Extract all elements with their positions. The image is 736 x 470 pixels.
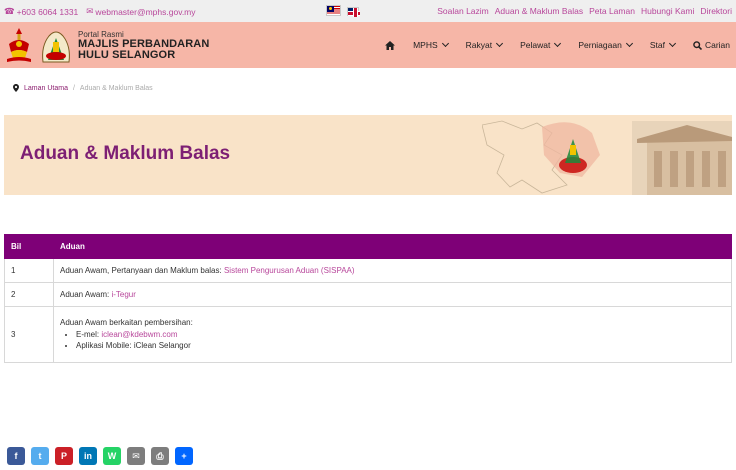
- link-feedback[interactable]: Aduan & Maklum Balas: [495, 6, 583, 16]
- share-more-button[interactable]: +: [175, 447, 193, 465]
- print-icon: ⎙: [156, 450, 164, 461]
- chevron-down-icon: [554, 39, 562, 48]
- table-row: 2 Aduan Awam: i-Tegur: [4, 282, 732, 307]
- row-content: Aduan Awam, Pertanyaan dan Maklum balas:…: [53, 258, 732, 283]
- link-sitemap[interactable]: Peta Laman: [589, 6, 635, 16]
- breadcrumb-home[interactable]: Laman Utama: [24, 85, 68, 92]
- app-name: iClean Selangor: [133, 341, 191, 350]
- row-number: 1: [4, 258, 54, 283]
- row-number: 2: [4, 282, 54, 307]
- complaints-table: Bil Aduan 1 Aduan Awam, Pertanyaan dan M…: [4, 234, 732, 363]
- nav-search[interactable]: Carian: [684, 40, 730, 50]
- page-title: Aduan & Maklum Balas: [20, 143, 231, 164]
- phone-link[interactable]: ☎ +603 6064 1331: [4, 6, 78, 17]
- share-whatsapp-button[interactable]: W: [103, 447, 121, 465]
- nav-perniagaan[interactable]: Perniagaan: [569, 39, 640, 50]
- mphs-logo[interactable]: [39, 26, 73, 64]
- nav-rakyat-label: Rakyat: [465, 40, 493, 50]
- banner-map-illustration: [482, 120, 732, 195]
- nav-mphs-label: MPHS: [413, 40, 438, 50]
- chevron-down-icon: [441, 39, 449, 48]
- share-icon: +: [181, 451, 187, 461]
- share-twitter-button[interactable]: t: [31, 447, 49, 465]
- app-label: Aplikasi Mobile:: [76, 341, 134, 350]
- nav-pelawat[interactable]: Pelawat: [511, 39, 569, 50]
- list-item: Aplikasi Mobile: iClean Selangor: [76, 340, 725, 351]
- iclean-email-link[interactable]: iclean@kdebwm.com: [101, 330, 177, 339]
- breadcrumb: Laman Utama / Aduan & Maklum Balas: [13, 84, 153, 92]
- nav-pelawat-label: Pelawat: [520, 40, 551, 50]
- nav-mphs[interactable]: MPHS: [404, 39, 457, 50]
- link-faq[interactable]: Soalan Lazim: [437, 6, 489, 16]
- page-banner: Aduan & Maklum Balas: [4, 115, 732, 195]
- linkedin-icon: in: [84, 451, 92, 461]
- top-bar: ☎ +603 6064 1331 ✉ webmaster@mphs.gov.my…: [0, 0, 736, 22]
- share-print-button[interactable]: ⎙: [151, 447, 169, 465]
- selangor-crest-logo[interactable]: [5, 26, 33, 64]
- row-text: Aduan Awam, Pertanyaan dan Maklum balas:: [60, 266, 224, 275]
- phone-icon: ☎: [4, 6, 15, 16]
- row-content: Aduan Awam: i-Tegur: [53, 282, 732, 307]
- cleaning-contact-list: E-mel: iclean@kdebwm.com Aplikasi Mobile…: [76, 329, 725, 351]
- pinterest-icon: P: [60, 451, 67, 461]
- email-icon: ✉: [132, 450, 140, 461]
- search-icon: [693, 40, 702, 50]
- row-number: 3: [4, 306, 54, 363]
- column-header-complaint: Aduan: [53, 234, 732, 259]
- site-header: Portal Rasmi MAJLIS PERBANDARAN HULU SEL…: [0, 22, 736, 68]
- breadcrumb-current: Aduan & Maklum Balas: [79, 84, 153, 92]
- table-header-row: Bil Aduan: [4, 234, 732, 259]
- table-row: 1 Aduan Awam, Pertanyaan dan Maklum bala…: [4, 258, 732, 283]
- whatsapp-icon: W: [107, 451, 117, 461]
- column-header-no: Bil: [4, 234, 54, 259]
- nav-rakyat[interactable]: Rakyat: [457, 39, 511, 50]
- utility-links: Soalan Lazim Aduan & Maklum Balas Peta L…: [437, 6, 732, 16]
- chevron-down-icon: [496, 39, 504, 48]
- row-content: Aduan Awam berkaitan pembersihan: E-mel:…: [53, 306, 732, 363]
- itegur-link[interactable]: i-Tegur: [111, 290, 135, 299]
- facebook-icon: f: [14, 451, 18, 461]
- email-label: E-mel:: [76, 330, 102, 339]
- nav-perniagaan-label: Perniagaan: [578, 40, 622, 50]
- share-facebook-button[interactable]: f: [7, 447, 25, 465]
- share-email-button[interactable]: ✉: [127, 447, 145, 465]
- sispaa-link[interactable]: Sistem Pengurusan Aduan (SISPAA): [224, 266, 355, 275]
- nav-staf[interactable]: Staf: [641, 39, 684, 50]
- row-text: Aduan Awam berkaitan pembersihan:: [60, 318, 193, 327]
- link-directory[interactable]: Direktori: [700, 6, 732, 16]
- twitter-icon: t: [38, 451, 42, 461]
- table-row: 3 Aduan Awam berkaitan pembersihan: E-me…: [4, 306, 732, 363]
- email-link[interactable]: ✉ webmaster@mphs.gov.my: [86, 6, 195, 17]
- main-nav: MPHS Rakyat Pelawat Perniagaan Staf Cari…: [376, 22, 730, 68]
- chevron-down-icon: [625, 39, 633, 48]
- email-address: webmaster@mphs.gov.my: [95, 6, 196, 17]
- nav-staf-label: Staf: [649, 40, 665, 50]
- home-icon: [385, 40, 396, 50]
- nav-home[interactable]: [376, 40, 404, 50]
- map-marker-icon: [13, 84, 19, 92]
- list-item: E-mel: iclean@kdebwm.com: [76, 329, 725, 340]
- share-linkedin-button[interactable]: in: [79, 447, 97, 465]
- brand-title[interactable]: Portal Rasmi MAJLIS PERBANDARAN HULU SEL…: [78, 30, 209, 61]
- malaysia-flag-icon[interactable]: [326, 5, 341, 16]
- row-text: Aduan Awam:: [60, 290, 112, 299]
- org-name-line2: HULU SELANGOR: [78, 49, 176, 61]
- breadcrumb-separator: /: [72, 84, 75, 92]
- nav-search-label: Carian: [704, 40, 730, 50]
- envelope-icon: ✉: [86, 6, 94, 16]
- contact-info: ☎ +603 6064 1331 ✉ webmaster@mphs.gov.my: [4, 6, 196, 17]
- language-switcher: [326, 5, 360, 17]
- share-pinterest-button[interactable]: P: [55, 447, 73, 465]
- link-contact[interactable]: Hubungi Kami: [641, 6, 694, 16]
- social-share-bar: f t P in W ✉ ⎙ +: [7, 447, 193, 465]
- phone-number: +603 6064 1331: [16, 6, 79, 17]
- uk-flag-icon[interactable]: [347, 6, 360, 17]
- chevron-down-icon: [668, 39, 676, 48]
